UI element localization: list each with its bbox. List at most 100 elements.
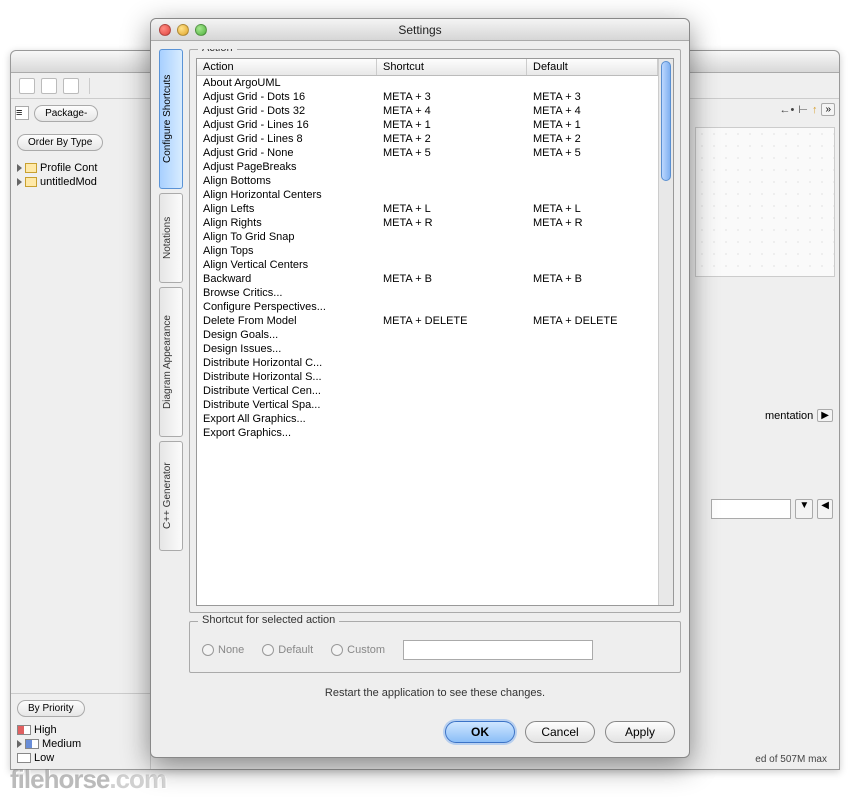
- diagram-toolbar: ←• ⊢ ↑ »: [779, 103, 835, 116]
- table-row[interactable]: Adjust Grid - Lines 16META + 1META + 1: [197, 118, 658, 132]
- cancel-button[interactable]: Cancel: [525, 721, 595, 743]
- shortcuts-table[interactable]: Action Shortcut Default About ArgoUMLAdj…: [197, 59, 658, 605]
- table-row[interactable]: Adjust Grid - Dots 32META + 4META + 4: [197, 104, 658, 118]
- table-row[interactable]: Design Issues...: [197, 342, 658, 356]
- combo-arrow-icon[interactable]: ▼: [795, 499, 813, 519]
- table-row[interactable]: Export Graphics...: [197, 426, 658, 440]
- table-header[interactable]: Action Shortcut Default: [197, 59, 658, 76]
- radio-custom[interactable]: Custom: [331, 644, 385, 656]
- radio-none[interactable]: None: [202, 644, 244, 656]
- table-row[interactable]: About ArgoUML: [197, 76, 658, 90]
- tab-cpp-generator[interactable]: C++ Generator: [159, 441, 183, 551]
- arrow-left-icon[interactable]: ←•: [779, 104, 794, 116]
- overflow-button[interactable]: »: [821, 103, 835, 116]
- line-icon[interactable]: ⊢: [798, 103, 808, 116]
- tree-label[interactable]: untitledMod: [40, 176, 97, 188]
- scrollbar-thumb[interactable]: [661, 61, 671, 181]
- tree-label[interactable]: Profile Cont: [40, 162, 97, 174]
- cell-action: Align Bottoms: [197, 174, 377, 188]
- table-row[interactable]: Adjust Grid - NoneMETA + 5META + 5: [197, 146, 658, 160]
- cell-shortcut: [377, 286, 527, 300]
- tab-notations[interactable]: Notations: [159, 193, 183, 283]
- zoom-icon[interactable]: [195, 24, 207, 36]
- toolbar-new-icon[interactable]: [19, 78, 35, 94]
- cell-default: META + 3: [527, 90, 658, 104]
- restart-message: Restart the application to see these cha…: [189, 681, 681, 705]
- table-row[interactable]: Adjust PageBreaks: [197, 160, 658, 174]
- disclosure-triangle-icon[interactable]: [17, 178, 22, 186]
- folder-icon: [25, 163, 37, 173]
- priority-dropdown[interactable]: By Priority: [17, 700, 85, 717]
- col-default[interactable]: Default: [527, 59, 658, 75]
- table-row[interactable]: Distribute Horizontal C...: [197, 356, 658, 370]
- package-dropdown[interactable]: Package-: [34, 105, 98, 122]
- priority-label[interactable]: Medium: [42, 738, 81, 750]
- table-row[interactable]: Align To Grid Snap: [197, 230, 658, 244]
- cell-default: META + 5: [527, 146, 658, 160]
- tab-diagram-appearance[interactable]: Diagram Appearance: [159, 287, 183, 437]
- shortcut-group-legend: Shortcut for selected action: [198, 614, 339, 626]
- priority-label[interactable]: Low: [34, 752, 54, 764]
- disclosure-triangle-icon[interactable]: [17, 164, 22, 172]
- table-row[interactable]: Browse Critics...: [197, 286, 658, 300]
- table-row[interactable]: Adjust Grid - Lines 8META + 2META + 2: [197, 132, 658, 146]
- table-row[interactable]: Distribute Vertical Spa...: [197, 398, 658, 412]
- table-row[interactable]: Export All Graphics...: [197, 412, 658, 426]
- table-row[interactable]: Align RightsMETA + RMETA + R: [197, 216, 658, 230]
- cell-action: Design Goals...: [197, 328, 377, 342]
- radio-default[interactable]: Default: [262, 644, 313, 656]
- cell-action: Design Issues...: [197, 342, 377, 356]
- priority-label[interactable]: High: [34, 724, 57, 736]
- cell-action: Adjust Grid - Lines 16: [197, 118, 377, 132]
- col-shortcut[interactable]: Shortcut: [377, 59, 527, 75]
- cell-default: [527, 76, 658, 90]
- arrow-up-icon[interactable]: ↑: [812, 104, 818, 116]
- table-row[interactable]: Delete From ModelMETA + DELETEMETA + DEL…: [197, 314, 658, 328]
- disclosure-triangle-icon[interactable]: [17, 740, 22, 748]
- watermark-text: filehorse: [10, 764, 109, 794]
- cell-shortcut: [377, 342, 527, 356]
- table-row[interactable]: Distribute Horizontal S...: [197, 370, 658, 384]
- cell-shortcut: [377, 328, 527, 342]
- folder-icon: [25, 177, 37, 187]
- collapse-icon[interactable]: ◀: [817, 499, 833, 519]
- table-row[interactable]: Align Tops: [197, 244, 658, 258]
- tab-configure-shortcuts[interactable]: Configure Shortcuts: [159, 49, 183, 189]
- table-row[interactable]: Configure Perspectives...: [197, 300, 658, 314]
- close-icon[interactable]: [159, 24, 171, 36]
- toolbar-open-icon[interactable]: [41, 78, 57, 94]
- diagram-canvas[interactable]: [695, 127, 835, 277]
- cell-shortcut: [377, 426, 527, 440]
- expand-icon[interactable]: ≡: [15, 106, 29, 120]
- minimize-icon[interactable]: [177, 24, 189, 36]
- tab-next-icon[interactable]: ▶: [817, 409, 833, 422]
- priority-item: Low: [15, 751, 146, 765]
- cell-shortcut: [377, 412, 527, 426]
- col-action[interactable]: Action: [197, 59, 377, 75]
- dialog-title: Settings: [151, 23, 689, 37]
- table-row[interactable]: Align Horizontal Centers: [197, 188, 658, 202]
- apply-button[interactable]: Apply: [605, 721, 675, 743]
- dialog-titlebar[interactable]: Settings: [151, 19, 689, 41]
- ok-button[interactable]: OK: [445, 721, 515, 743]
- scrollbar[interactable]: [658, 59, 673, 605]
- table-row[interactable]: Design Goals...: [197, 328, 658, 342]
- cell-default: [527, 300, 658, 314]
- model-tree[interactable]: Profile Cont untitledMod: [11, 157, 150, 193]
- cell-action: Align Vertical Centers: [197, 258, 377, 272]
- table-row[interactable]: BackwardMETA + BMETA + B: [197, 272, 658, 286]
- cell-default: [527, 342, 658, 356]
- table-row[interactable]: Distribute Vertical Cen...: [197, 384, 658, 398]
- cell-shortcut: [377, 174, 527, 188]
- order-by-dropdown[interactable]: Order By Type: [17, 134, 103, 151]
- tab-label[interactable]: mentation: [765, 410, 813, 422]
- combo-field[interactable]: [711, 499, 791, 519]
- table-row[interactable]: Align LeftsMETA + LMETA + L: [197, 202, 658, 216]
- custom-shortcut-input[interactable]: [403, 640, 593, 660]
- table-row[interactable]: Align Bottoms: [197, 174, 658, 188]
- table-row[interactable]: Adjust Grid - Dots 16META + 3META + 3: [197, 90, 658, 104]
- cell-shortcut: [377, 76, 527, 90]
- toolbar-save-icon[interactable]: [63, 78, 79, 94]
- cell-shortcut: META + 2: [377, 132, 527, 146]
- table-row[interactable]: Align Vertical Centers: [197, 258, 658, 272]
